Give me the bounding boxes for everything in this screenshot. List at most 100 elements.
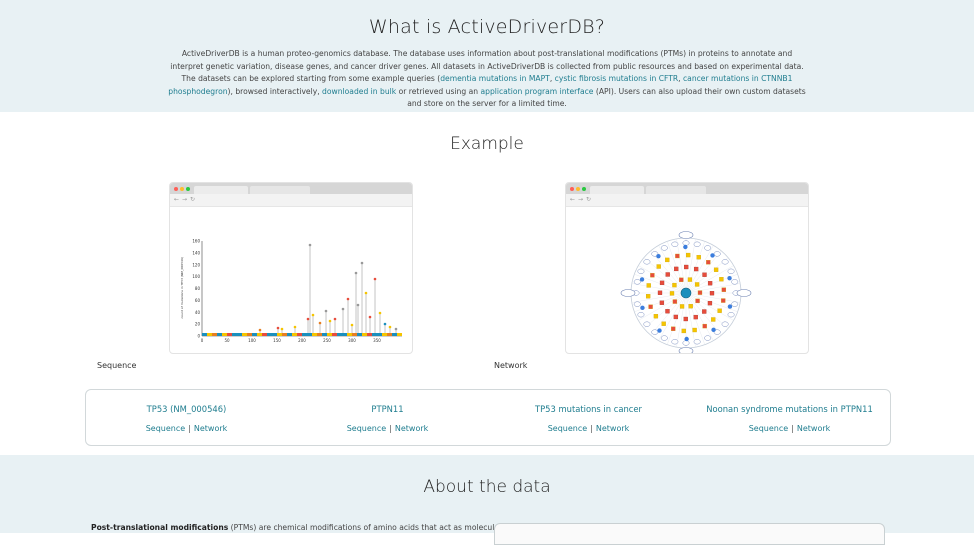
site-node (643, 259, 651, 265)
minimize-dot-icon (576, 187, 580, 191)
lollipop-head (318, 321, 322, 325)
kinase-node (683, 316, 688, 322)
kinase-node (675, 253, 680, 259)
kinase-node (695, 298, 700, 304)
reload-icon: ↻ (190, 196, 196, 203)
kinase-node (687, 277, 693, 282)
browser-nav: ← → ↻ (170, 194, 412, 207)
link-tp53-cancer[interactable]: TP53 mutations in cancer (488, 404, 689, 414)
kinase-node (702, 309, 707, 314)
domain-segment (332, 333, 337, 336)
domain-segment (327, 333, 332, 336)
group-node (678, 231, 694, 239)
link-tp53[interactable]: TP53 (NM_000546) (86, 404, 287, 414)
lollipop-head (308, 243, 312, 247)
intro-text-2: ), browsed interactively, (227, 86, 323, 96)
domain-segment (222, 333, 227, 336)
link-sequence[interactable]: Sequence (146, 424, 185, 433)
lollipop-head (378, 311, 382, 315)
kinase-node (684, 264, 689, 270)
example-column: TP53 (NM_000546) Sequence | Network (86, 390, 287, 433)
lollipop-head (354, 271, 358, 275)
drug-node (710, 253, 715, 258)
drug-node (711, 327, 716, 333)
link-ptpn11[interactable]: PTPN11 (287, 404, 488, 414)
site-node (731, 301, 739, 307)
kinase-node (721, 287, 727, 292)
x-tick-label: 150 (273, 338, 281, 343)
site-node (633, 301, 641, 307)
site-node (682, 340, 690, 346)
kinase-node (696, 255, 701, 260)
kinase-node (679, 304, 685, 309)
forward-arrow-icon: → (182, 196, 188, 203)
intro-text-3: or retrieved using an (396, 86, 481, 96)
browser-nav: ← → ↻ (566, 194, 808, 207)
link-noonan-ptpn11[interactable]: Noonan syndrome mutations in PTPN11 (689, 404, 890, 414)
lollipop-head (311, 313, 315, 317)
site-node (713, 251, 721, 257)
intro-section: What is ActiveDriverDB? ActiveDriverDB i… (0, 0, 974, 112)
link-api[interactable]: application program interface (480, 87, 593, 96)
lollipop-head (276, 326, 280, 330)
ptm-term: Post-translational modifications (91, 523, 229, 532)
drug-node (639, 277, 645, 282)
kinase-node (673, 314, 679, 320)
domain-segment (257, 333, 262, 336)
about-title: About the data (423, 477, 551, 497)
link-cystic-fibrosis-cftr[interactable]: cystic fibrosis mutations in CFTR (555, 74, 679, 83)
site-node (637, 268, 645, 274)
lollipop-head (388, 325, 392, 329)
link-network[interactable]: Network (194, 424, 227, 433)
browser-tab (250, 186, 310, 194)
link-network[interactable]: Network (596, 424, 629, 433)
domain-segment (307, 333, 312, 336)
close-dot-icon (174, 187, 178, 191)
sequence-preview[interactable]: ← → ↻ 0 20 40 60 80 100 120 140 160 0 50 100 150 200 2… (169, 182, 413, 354)
link-network[interactable]: Network (395, 424, 428, 433)
separator: | (590, 424, 593, 433)
separator: | (188, 424, 191, 433)
kinase-node (707, 281, 713, 286)
kinase-node (650, 273, 655, 278)
domain-segment (277, 333, 282, 336)
kinase-node (706, 260, 711, 265)
y-tick-label: 20 (195, 322, 201, 327)
domain-segment (247, 333, 252, 336)
link-dementia-mapt[interactable]: dementia mutations in MAPT (440, 74, 550, 83)
site-node (660, 245, 668, 251)
kinase-node (692, 327, 697, 333)
lollipop-head (280, 327, 284, 331)
domain-segment (362, 333, 367, 336)
back-arrow-icon: ← (570, 196, 576, 203)
y-tick-label: 60 (195, 298, 201, 303)
kinase-node (665, 309, 670, 314)
lollipop-head (293, 325, 297, 329)
link-sequence[interactable]: Sequence (548, 424, 587, 433)
about-section: About the data Post-translational modifi… (0, 455, 974, 545)
drug-node (656, 253, 661, 259)
y-tick-label: 160 (192, 239, 200, 244)
forward-arrow-icon: → (578, 196, 584, 203)
link-sequence[interactable]: Sequence (749, 424, 788, 433)
lollipop-head (350, 323, 354, 327)
link-network[interactable]: Network (797, 424, 830, 433)
domain-segment (367, 333, 372, 336)
example-column: TP53 mutations in cancer Sequence | Networ… (488, 390, 689, 433)
kinase-node (681, 328, 686, 334)
domain-segment (312, 333, 317, 336)
view-links: Sequence | Network (488, 424, 689, 433)
lollipop-head (360, 261, 364, 265)
y-axis-label: count of mutations in TP53 (NM_000546) (180, 257, 184, 319)
link-download-bulk[interactable]: downloaded in bulk (322, 87, 396, 96)
domain-segment (267, 333, 272, 336)
link-sequence[interactable]: Sequence (347, 424, 386, 433)
site-node (704, 245, 712, 251)
example-column: Noonan syndrome mutations in PTPN11 Sequ… (689, 390, 890, 433)
view-links: Sequence | Network (287, 424, 488, 433)
domain-segment (357, 333, 362, 336)
domain-segment (252, 333, 257, 336)
network-preview[interactable]: ← → ↻ (565, 182, 809, 354)
lollipop-head (383, 322, 387, 326)
about-paragraph: Post-translational modifications (PTMs) … (91, 523, 554, 532)
